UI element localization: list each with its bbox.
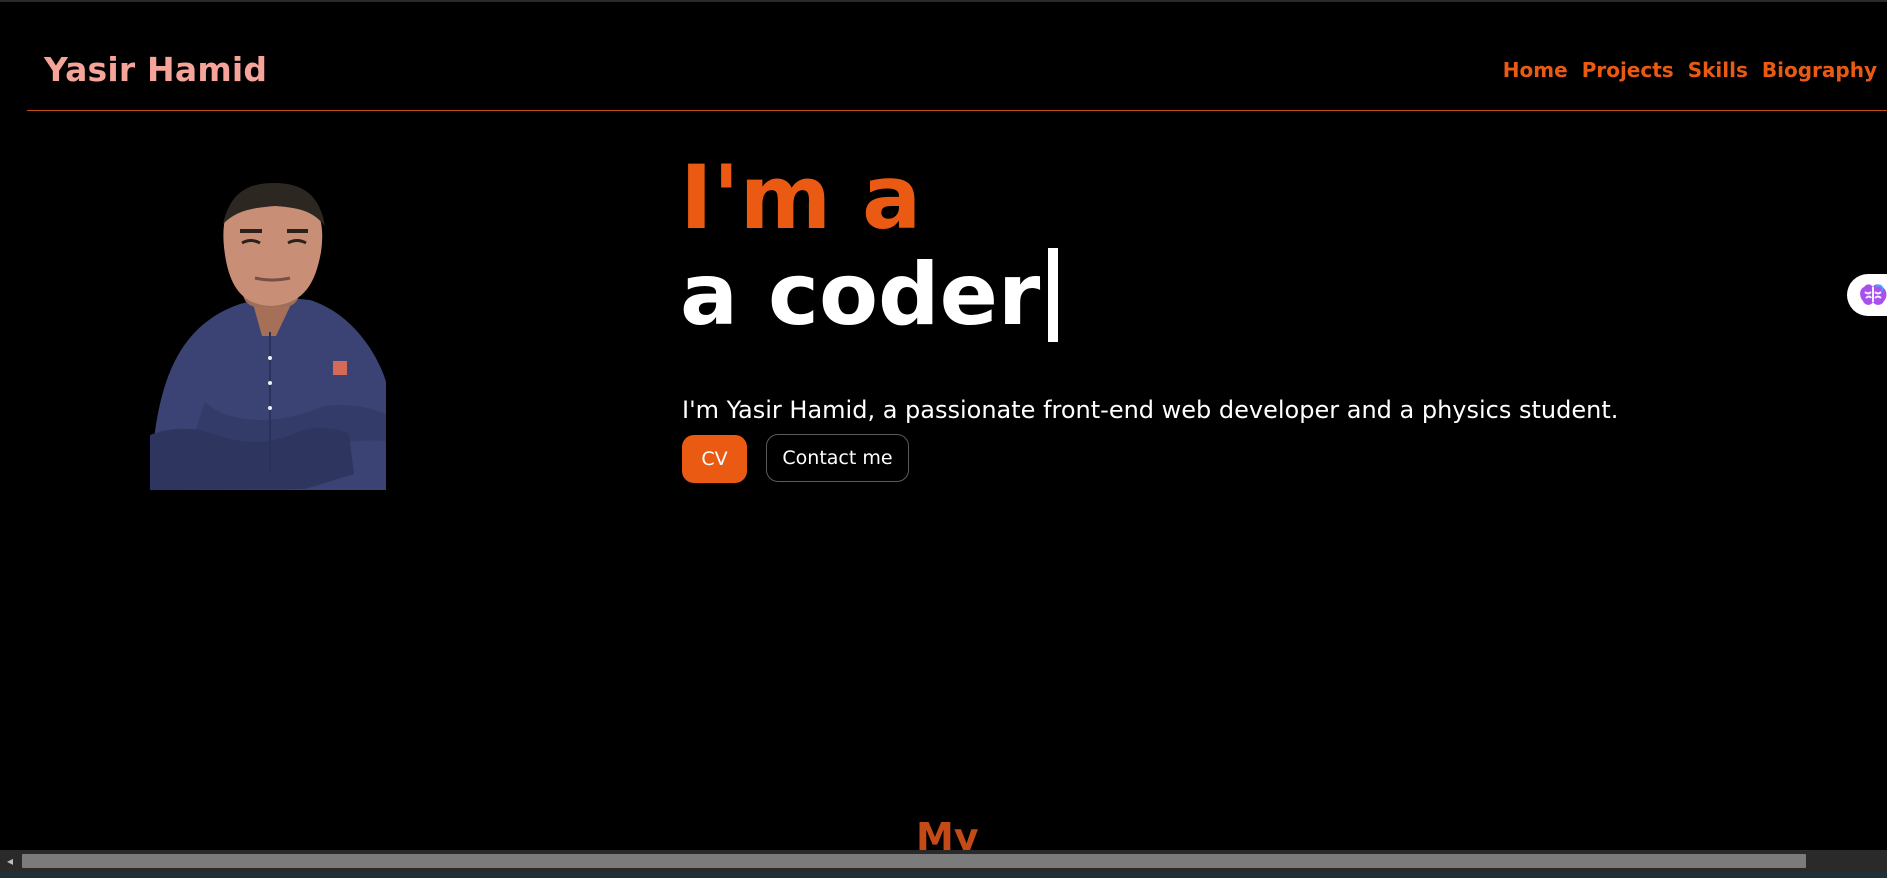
- scroll-left-arrow-icon[interactable]: ◂: [0, 850, 20, 872]
- hero-tagline: I'm Yasir Hamid, a passionate front-end …: [682, 396, 1619, 424]
- main-navigation: Home Projects Skills Biography: [1503, 58, 1877, 82]
- typed-role-text: a coder: [680, 245, 1041, 345]
- next-section-heading-peek: My: [916, 815, 979, 850]
- bottom-window-strip: [0, 872, 1887, 878]
- nav-skills-link[interactable]: Skills: [1688, 58, 1748, 82]
- profile-photo: [150, 183, 386, 490]
- contact-me-button[interactable]: Contact me: [766, 434, 909, 482]
- nav-divider: [27, 110, 1887, 111]
- brain-icon: [1860, 284, 1887, 305]
- brand-logo-text[interactable]: Yasir Hamid: [44, 50, 267, 89]
- floating-brain-widget[interactable]: [1847, 274, 1887, 316]
- nav-projects-link[interactable]: Projects: [1582, 58, 1674, 82]
- nav-biography-link[interactable]: Biography: [1762, 58, 1877, 82]
- cv-button[interactable]: CV: [682, 435, 747, 483]
- hero-heading-typed-role: a coder: [680, 245, 1059, 345]
- typing-cursor: [1048, 248, 1059, 342]
- horizontal-scrollbar[interactable]: ◂: [0, 850, 1887, 872]
- portfolio-page: Yasir Hamid Home Projects Skills Biograp…: [0, 2, 1887, 850]
- hero-heading-prefix: I'm a: [680, 146, 922, 249]
- nav-home-link[interactable]: Home: [1503, 58, 1568, 82]
- horizontal-scroll-thumb[interactable]: [22, 854, 1806, 868]
